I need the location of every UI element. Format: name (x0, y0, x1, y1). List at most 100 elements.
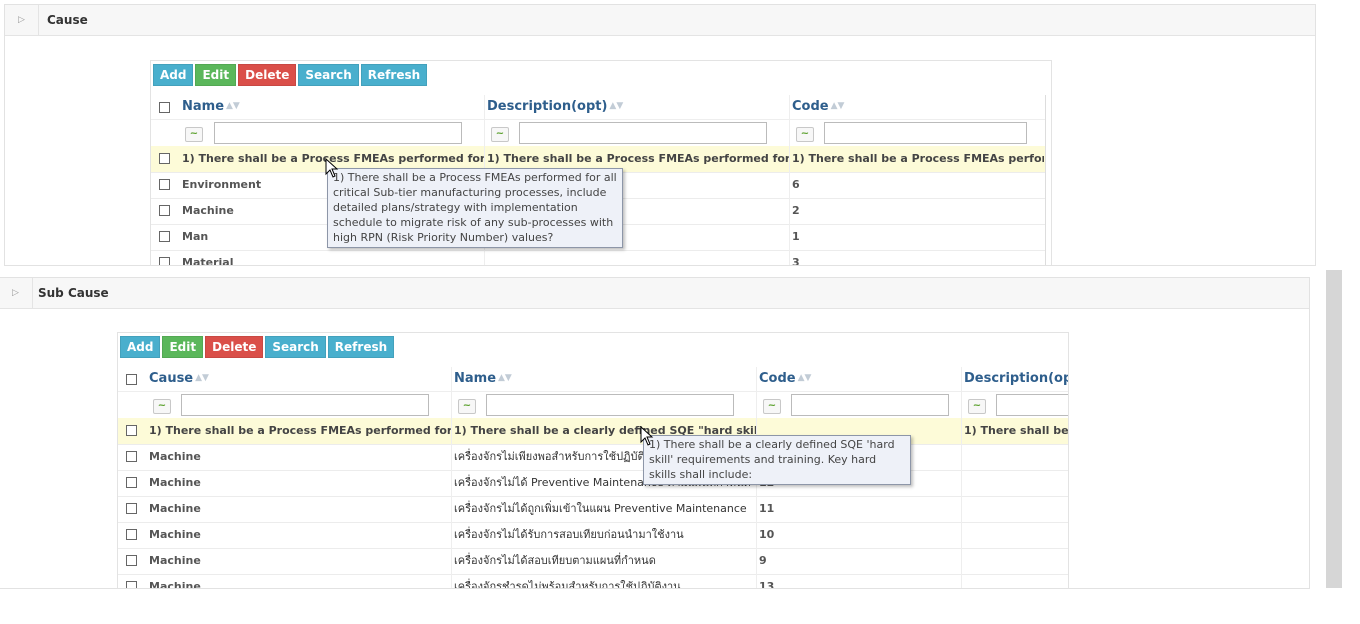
code-filter-input[interactable] (824, 122, 1027, 144)
filter-operator-button[interactable]: ~ (796, 127, 814, 142)
sort-arrows-icon: ▲▼ (830, 101, 845, 111)
filter-operator-button[interactable]: ~ (153, 399, 171, 414)
table-row[interactable]: Machine เครื่องจักรไม่ได้ Preventive Mai… (118, 470, 1068, 497)
table-row[interactable]: Machine เครื่องจักรไม่ได้สอบเทียบตามแผนท… (118, 548, 1068, 575)
row-checkbox[interactable] (126, 451, 137, 462)
code-cell: 1) There shall be a Process FMEAs perfor… (792, 152, 1044, 165)
code-cell: 3 (792, 256, 800, 266)
cause-name-tooltip: 1) There shall be a Process FMEAs perfor… (327, 168, 623, 248)
row-checkbox[interactable] (126, 529, 137, 540)
filter-operator-button[interactable]: ~ (763, 399, 781, 414)
row-checkbox[interactable] (126, 503, 137, 514)
code-cell: 9 (759, 554, 767, 567)
expand-triangle-icon[interactable]: ▷ (0, 278, 33, 308)
cause-cell: 1) There shall be a Process FMEAs perfor… (149, 424, 451, 437)
table-row[interactable]: Machine เครื่องจักรชำรุดไม่พร้อมสำหรับกา… (118, 574, 1068, 589)
cause-panel-title: Cause (47, 13, 88, 27)
description-cell: 1) There shall be a (964, 424, 1068, 437)
column-divider (789, 95, 790, 265)
sort-arrows-icon: ▲▼ (226, 101, 240, 111)
cause-cell: Machine (149, 528, 201, 541)
row-checkbox[interactable] (159, 153, 170, 164)
column-header-code[interactable]: Code ▲▼ (759, 371, 811, 389)
filter-operator-button[interactable]: ~ (185, 127, 203, 142)
row-checkbox[interactable] (159, 231, 170, 242)
row-checkbox[interactable] (126, 555, 137, 566)
table-row[interactable]: 1) There shall be a Process FMEAs perfor… (118, 418, 1068, 445)
filter-operator-button[interactable]: ~ (968, 399, 986, 414)
cause-panel-header[interactable]: ▷ Cause (5, 5, 1315, 36)
code-cell: 2 (792, 204, 800, 217)
code-cell: 1 (792, 230, 800, 243)
search-button[interactable]: Search (265, 336, 326, 358)
subcause-panel-header[interactable]: ▷ Sub Cause (0, 278, 1309, 309)
description-cell (964, 444, 1068, 470)
cause-cell: Machine (149, 476, 201, 489)
column-header-name[interactable]: Name ▲▼ (182, 99, 240, 117)
expand-triangle-icon[interactable]: ▷ (5, 5, 39, 35)
delete-button[interactable]: Delete (205, 336, 264, 358)
filter-operator-button[interactable]: ~ (458, 399, 476, 414)
name-filter-input[interactable] (486, 394, 734, 416)
table-row[interactable]: Machine เครื่องจักรไม่เพียงพอสำหรับการใช… (118, 444, 1068, 471)
vertical-scrollbar[interactable] (1326, 270, 1342, 588)
row-checkbox[interactable] (126, 425, 137, 436)
table-row[interactable]: Machine เครื่องจักรไม่ได้ถูกเพิ่มเข้าในแ… (118, 496, 1068, 523)
filter-operator-button[interactable]: ~ (491, 127, 509, 142)
code-cell: 10 (759, 528, 775, 541)
code-cell: 13 (759, 580, 775, 589)
description-cell (964, 548, 1068, 574)
column-header-cause[interactable]: Cause ▲▼ (149, 371, 209, 389)
mouse-pointer-icon (325, 158, 339, 178)
select-all-checkbox[interactable] (126, 374, 137, 385)
mouse-pointer-icon (640, 426, 654, 446)
column-divider (451, 367, 452, 588)
row-checkbox[interactable] (159, 205, 170, 216)
description-filter-input[interactable] (519, 122, 767, 144)
code-filter-input[interactable] (791, 394, 949, 416)
refresh-button[interactable]: Refresh (360, 64, 428, 86)
name-filter-input[interactable] (214, 122, 462, 144)
add-button[interactable]: Add (153, 64, 194, 86)
edit-button[interactable]: Edit (162, 336, 204, 358)
column-header-name[interactable]: Name ▲▼ (454, 371, 512, 389)
cause-cell: Machine (149, 450, 201, 463)
column-divider (1045, 95, 1046, 265)
row-checkbox[interactable] (159, 257, 170, 265)
sort-arrows-icon: ▲▼ (609, 101, 624, 111)
name-cell: เครื่องจักรไม่ได้รับการสอบเทียบก่อนนำมาใ… (454, 528, 684, 541)
table-row[interactable]: Machine เครื่องจักรไม่ได้รับการสอบเทียบก… (118, 522, 1068, 549)
description-cell (964, 470, 1068, 496)
sort-arrows-icon: ▲▼ (797, 373, 812, 383)
description-filter-input[interactable] (996, 394, 1068, 416)
row-checkbox[interactable] (126, 581, 137, 588)
cause-panel: ▷ Cause Add Edit Delete Search Refresh N… (4, 4, 1316, 266)
sort-arrows-icon: ▲▼ (195, 373, 209, 383)
delete-button[interactable]: Delete (238, 64, 297, 86)
description-cell (964, 522, 1068, 548)
column-header-description[interactable]: Description(opt (964, 371, 1068, 389)
column-header-code[interactable]: Code ▲▼ (792, 99, 844, 117)
subcause-panel-title: Sub Cause (38, 286, 109, 300)
cause-cell: Machine (149, 502, 201, 515)
select-all-checkbox[interactable] (159, 102, 170, 113)
description-cell (487, 250, 789, 265)
row-checkbox[interactable] (126, 477, 137, 488)
edit-button[interactable]: Edit (195, 64, 237, 86)
cause-toolbar: Add Edit Delete Search Refresh (153, 64, 428, 86)
code-cell: 6 (792, 178, 800, 191)
column-header-description[interactable]: Description(opt) ▲▼ (487, 99, 623, 117)
subcause-panel: ▷ Sub Cause Add Edit Delete Search Refre… (0, 277, 1310, 589)
add-button[interactable]: Add (120, 336, 161, 358)
subcause-grid: Add Edit Delete Search Refresh Cause ▲▼ N… (117, 332, 1069, 589)
code-cell: 11 (759, 502, 775, 515)
sort-arrows-icon: ▲▼ (498, 373, 512, 383)
table-row[interactable]: Material 3 (151, 250, 1046, 266)
search-button[interactable]: Search (298, 64, 359, 86)
cause-filter-input[interactable] (181, 394, 429, 416)
subcause-name-tooltip: 1) There shall be a clearly defined SQE … (643, 435, 911, 485)
row-checkbox[interactable] (159, 179, 170, 190)
refresh-button[interactable]: Refresh (327, 336, 395, 358)
description-cell (964, 574, 1068, 588)
cause-cell: Machine (149, 554, 201, 567)
